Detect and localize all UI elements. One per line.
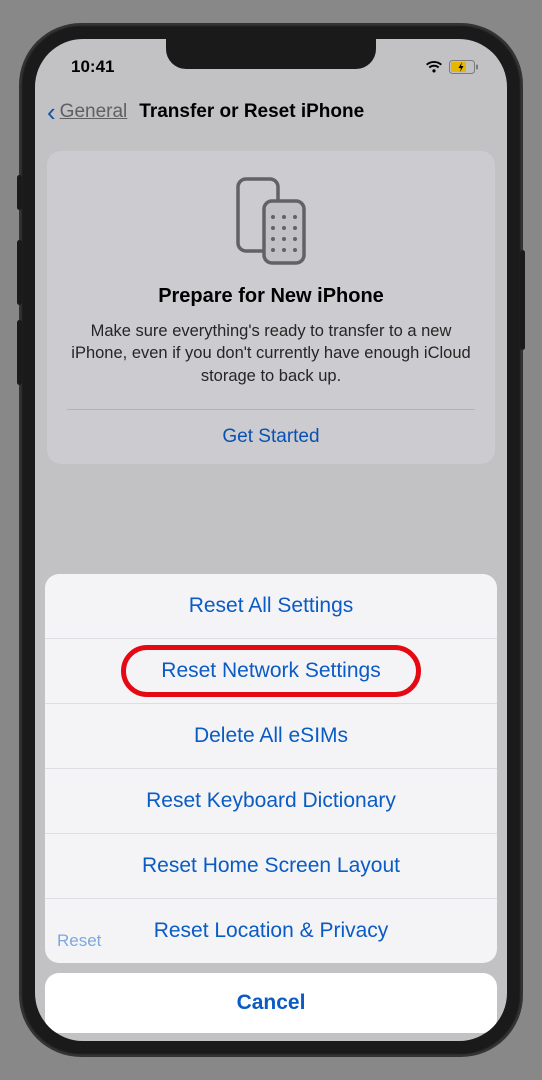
reset-all-settings-button[interactable]: Reset All Settings	[45, 574, 497, 639]
sheet-item-label: Reset All Settings	[189, 594, 354, 617]
back-button[interactable]: General	[60, 101, 128, 123]
nav-bar: ‹ General Transfer or Reset iPhone	[35, 87, 507, 137]
status-icons	[425, 60, 479, 74]
sheet-item-label: Reset Home Screen Layout	[142, 854, 400, 877]
back-chevron-icon[interactable]: ‹	[47, 97, 56, 128]
sheet-item-label: Reset Location & Privacy	[154, 919, 389, 942]
phone-frame: 10:41 ‹ General Transfer or Reset iPhone	[21, 25, 521, 1055]
sheet-options: Reset All Settings Reset Network Setting…	[45, 574, 497, 963]
action-sheet: Reset All Settings Reset Network Setting…	[35, 574, 507, 1041]
cancel-button[interactable]: Cancel	[45, 973, 497, 1033]
card-description: Make sure everything's ready to transfer…	[67, 320, 475, 387]
reset-peek-label: Reset	[57, 931, 101, 951]
mute-switch	[17, 175, 22, 210]
reset-home-screen-layout-button[interactable]: Reset Home Screen Layout	[45, 834, 497, 899]
wifi-icon	[425, 60, 443, 74]
volume-down-button	[17, 320, 22, 385]
sheet-item-label: Reset Network Settings	[161, 659, 380, 682]
delete-all-esims-button[interactable]: Delete All eSIMs	[45, 704, 497, 769]
battery-icon	[449, 60, 479, 74]
sheet-item-label: Reset Keyboard Dictionary	[146, 789, 396, 812]
content-area: Prepare for New iPhone Make sure everyth…	[35, 137, 507, 464]
prepare-card: Prepare for New iPhone Make sure everyth…	[47, 151, 495, 464]
devices-icon	[67, 175, 475, 267]
card-title: Prepare for New iPhone	[67, 285, 475, 308]
phone-screen: 10:41 ‹ General Transfer or Reset iPhone	[35, 39, 507, 1041]
status-time: 10:41	[71, 57, 114, 77]
reset-network-settings-button[interactable]: Reset Network Settings	[45, 639, 497, 704]
reset-keyboard-dictionary-button[interactable]: Reset Keyboard Dictionary	[45, 769, 497, 834]
notch	[166, 39, 376, 69]
power-button	[520, 250, 525, 350]
reset-location-privacy-button[interactable]: Reset Location & Privacy	[45, 899, 497, 963]
get-started-button[interactable]: Get Started	[67, 409, 475, 464]
sheet-item-label: Delete All eSIMs	[194, 724, 348, 747]
page-title: Transfer or Reset iPhone	[139, 101, 364, 123]
volume-up-button	[17, 240, 22, 305]
